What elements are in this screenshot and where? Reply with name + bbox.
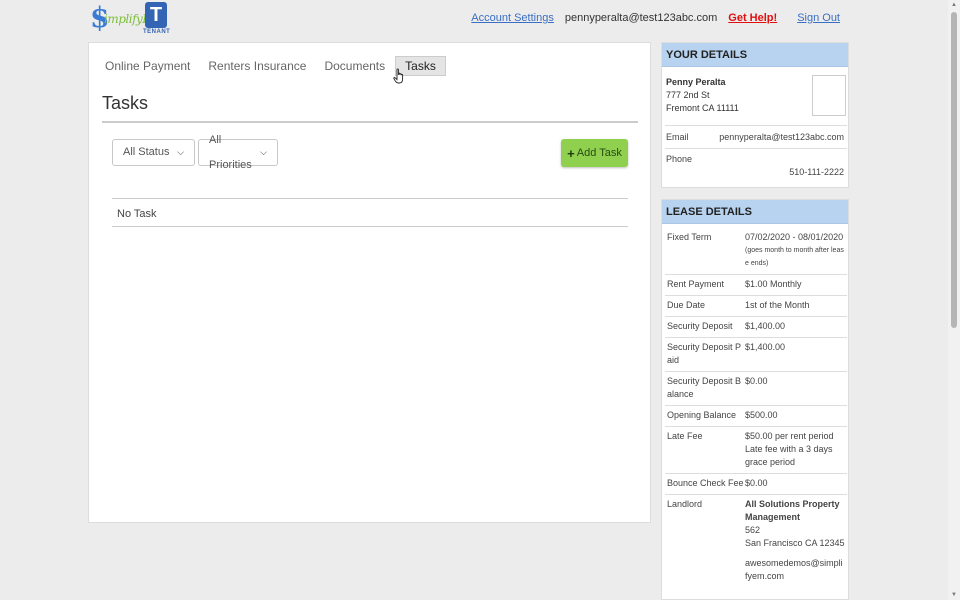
security-deposit-paid-label: Security Deposit Paid <box>667 342 742 365</box>
email-label: Email <box>666 132 689 142</box>
tenant-address-line1: 777 2nd St <box>666 90 710 100</box>
user-email: pennyperalta@test123abc.com <box>564 12 718 24</box>
tab-online-payment[interactable]: Online Payment <box>105 56 190 76</box>
due-date-value: 1st of the Month <box>745 300 810 310</box>
scroll-up-icon[interactable]: ▲ <box>951 2 957 8</box>
tab-bar: Online Payment Renters Insurance Documen… <box>105 56 464 76</box>
account-settings-link[interactable]: Account Settings <box>471 12 554 24</box>
lease-details-card: LEASE DETAILS Fixed Term 07/02/2020 - 08… <box>661 199 849 600</box>
lease-details-heading: LEASE DETAILS <box>662 200 848 224</box>
late-fee-note: Late fee with a 3 days grace period <box>745 444 833 467</box>
lease-row-security-deposit-paid: Security Deposit Paid $1,400.00 <box>665 338 847 372</box>
empty-task-message: No Task <box>117 208 157 220</box>
lease-row-due-date: Due Date 1st of the Month <box>665 296 847 317</box>
security-deposit-paid-value: $1,400.00 <box>745 342 786 352</box>
fixed-term-value: 07/02/2020 - 08/01/2020 <box>745 232 844 242</box>
rent-payment-label: Rent Payment <box>667 279 725 289</box>
logo-letter: T <box>145 2 167 28</box>
security-deposit-balance-value: $0.00 <box>745 376 768 386</box>
security-deposit-value: $1,400.00 <box>745 321 786 331</box>
landlord-name: All Solutions Property Management <box>745 499 840 522</box>
email-value: pennyperalta@test123abc.com <box>719 132 844 142</box>
fixed-term-label: Fixed Term <box>667 232 712 242</box>
chevron-down-icon: ⌵ <box>260 147 267 157</box>
page-title: Tasks <box>102 93 149 113</box>
landlord-address-line2: San Francisco CA 12345 <box>745 538 845 548</box>
lease-row-late-fee: Late Fee $50.00 per rent period Late fee … <box>665 427 847 474</box>
opening-balance-label: Opening Balance <box>667 410 737 420</box>
security-deposit-balance-label: Security Deposit Balance <box>667 376 742 399</box>
landlord-address-line1: 562 <box>745 525 761 535</box>
main-panel: Online Payment Renters Insurance Documen… <box>88 42 651 523</box>
landlord-email[interactable]: awesomedemos@simplifyem.com <box>745 557 845 583</box>
add-task-label: Add Task <box>576 147 622 159</box>
bounce-check-fee-label: Bounce Check Fee <box>667 478 744 488</box>
lease-row-security-deposit: Security Deposit $1,400.00 <box>665 317 847 338</box>
scroll-down-icon[interactable]: ▼ <box>951 592 957 598</box>
tenant-address-line2: Fremont CA 11111 <box>666 103 739 113</box>
page-scrollbar[interactable]: ▲ ▼ <box>948 0 960 600</box>
security-deposit-label: Security Deposit <box>667 321 733 331</box>
chevron-down-icon: ⌵ <box>177 147 184 157</box>
add-task-button[interactable]: + Add Task <box>561 139 628 167</box>
get-help-link[interactable]: Get Help! <box>728 12 777 24</box>
status-filter-value: All Status <box>123 146 170 158</box>
title-divider <box>102 121 638 123</box>
opening-balance-value: $500.00 <box>745 410 778 420</box>
your-details-heading: YOUR DETAILS <box>662 43 848 67</box>
rent-payment-value: $1.00 Monthly <box>745 279 802 289</box>
priority-filter-value: All Priorities <box>209 133 252 171</box>
lease-row-rent-payment: Rent Payment $1.00 Monthly <box>665 275 847 296</box>
lease-row-fixed-term: Fixed Term 07/02/2020 - 08/01/2020 (goes … <box>665 228 847 275</box>
sign-out-link[interactable]: Sign Out <box>797 12 840 24</box>
lease-row-bounce-check-fee: Bounce Check Fee $0.00 <box>665 474 847 495</box>
due-date-label: Due Date <box>667 300 706 310</box>
plus-icon: + <box>567 145 575 161</box>
fixed-term-note: (goes month to month after lease ends) <box>745 247 844 267</box>
lease-row-landlord: Landlord All Solutions Property Manageme… <box>665 495 847 587</box>
landlord-label: Landlord <box>667 499 703 509</box>
status-filter-select[interactable]: All Status ⌵ <box>112 139 195 166</box>
hand-cursor-icon <box>393 68 404 84</box>
tenant-name: Penny Peralta <box>666 77 726 87</box>
scrollbar-thumb[interactable] <box>951 12 957 328</box>
priority-filter-select[interactable]: All Priorities ⌵ <box>198 134 278 171</box>
lease-details-list: Fixed Term 07/02/2020 - 08/01/2020 (goes … <box>665 228 847 587</box>
avatar[interactable] <box>812 75 846 116</box>
phone-label: Phone <box>666 154 693 164</box>
phone-value: 510-111-2222 <box>789 167 844 177</box>
task-list: No Task <box>112 198 628 227</box>
brand-logo[interactable]: $ implifyEm T TENANT <box>90 2 170 38</box>
divider <box>665 148 847 149</box>
late-fee-value: $50.00 per rent period <box>745 431 834 441</box>
logo-subtitle: TENANT <box>143 29 171 35</box>
lease-row-opening-balance: Opening Balance $500.00 <box>665 406 847 427</box>
top-nav: Account Settings pennyperalta@test123abc… <box>471 12 840 24</box>
tab-documents[interactable]: Documents <box>324 56 385 76</box>
tab-renters-insurance[interactable]: Renters Insurance <box>208 56 306 76</box>
late-fee-label: Late Fee <box>667 431 703 441</box>
lease-row-security-deposit-balance: Security Deposit Balance $0.00 <box>665 372 847 406</box>
bounce-check-fee-value: $0.00 <box>745 478 768 488</box>
divider <box>665 125 847 126</box>
your-details-card: YOUR DETAILS Penny Peralta 777 2nd St Fr… <box>661 42 849 188</box>
